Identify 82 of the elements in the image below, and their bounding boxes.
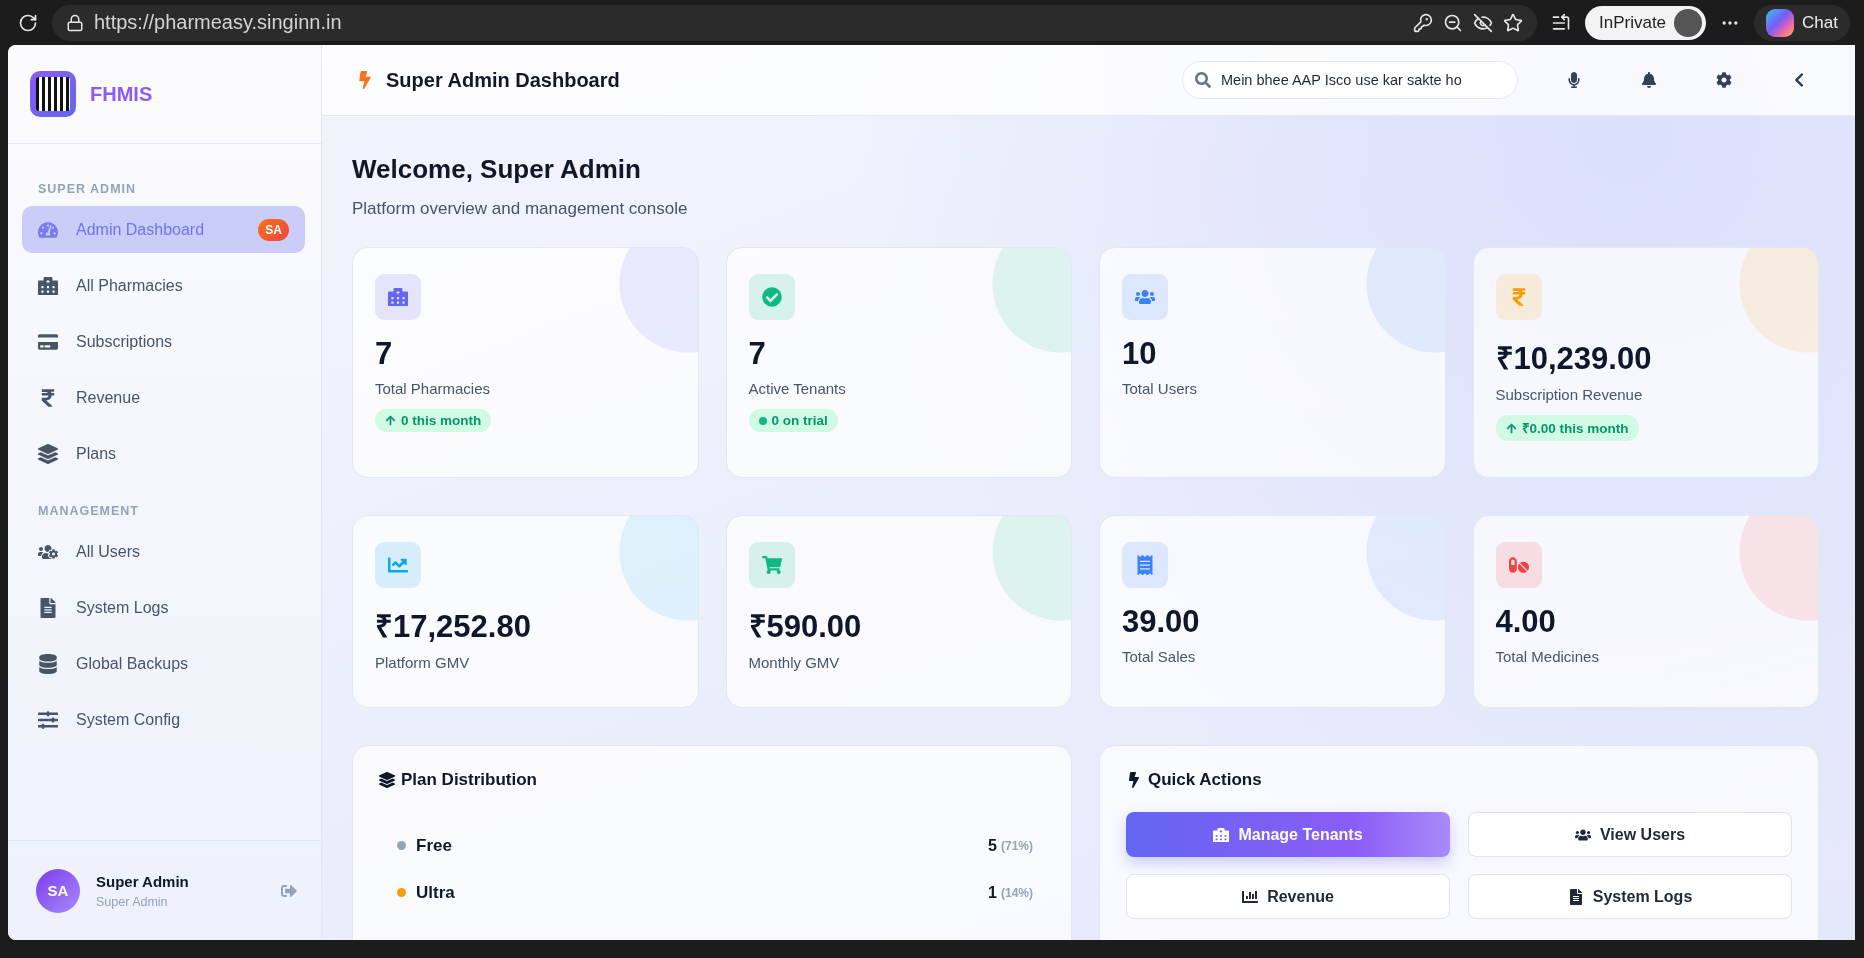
quick-action-button[interactable]: System Logs	[1468, 874, 1792, 919]
stat-value: 10	[1122, 336, 1157, 372]
sidebar-item[interactable]: Global Backups	[22, 640, 305, 687]
arrow-up-icon	[1505, 422, 1517, 434]
stat-label: Platform GMV	[375, 654, 470, 671]
stat-value: ₹590.00	[748, 608, 862, 646]
sidebar-item[interactable]: System Config	[22, 696, 305, 743]
plan-percent: (71%)	[1001, 838, 1033, 853]
section-title: MANAGEMENT	[37, 503, 140, 520]
search-field[interactable]: Mein bhee AAP Isco use kar sakte ho	[1182, 61, 1518, 99]
plan-count: 5	[988, 836, 997, 855]
sidebar-item[interactable]: All Users	[22, 528, 305, 575]
hospital-icon	[1213, 826, 1230, 843]
stat-value: ₹17,252.80	[375, 608, 531, 646]
section-title: SUPER ADMIN	[37, 181, 138, 198]
sidebar-item[interactable]: System Logs	[22, 584, 305, 631]
user-role: Super Admin	[96, 894, 169, 909]
stat-note: 0 on trial	[748, 409, 838, 432]
plan-name: Ultra	[416, 882, 456, 903]
stat-label: Total Medicines	[1495, 648, 1599, 665]
sidebar-item[interactable]: All Pharmacies	[22, 262, 305, 309]
plan-count: 1	[988, 883, 997, 902]
stat-label: Monthly GMV	[748, 654, 840, 671]
chat-button[interactable]: Chat	[1754, 4, 1850, 41]
stat-note: ₹0.00 this month	[1495, 415, 1639, 441]
user-avatar: SA	[36, 868, 80, 913]
profile-avatar	[1674, 8, 1703, 37]
eye-off-icon[interactable]	[1473, 12, 1493, 33]
layers-icon	[379, 772, 395, 788]
sidebar-item[interactable]: Subscriptions	[22, 318, 305, 365]
panel-title: Plan Distribution	[401, 770, 537, 790]
user-name: Super Admin	[96, 872, 190, 890]
private-button[interactable]: InPrivate	[1585, 5, 1707, 40]
status-dot-icon	[758, 416, 767, 425]
stat-value: ₹10,239.00	[1495, 340, 1652, 378]
layers-icon	[38, 443, 58, 464]
hospital-icon	[38, 275, 58, 296]
favorites-icon[interactable]	[1551, 12, 1571, 33]
zoom-out-icon[interactable]	[1443, 12, 1463, 33]
stat-value: 7	[375, 336, 393, 372]
welcome-subtitle: Platform overview and management console	[352, 199, 689, 219]
quick-action-button[interactable]: Manage Tenants	[1126, 812, 1450, 857]
stat-value: 4.00	[1495, 604, 1556, 640]
stat-value: 39.00	[1122, 604, 1200, 640]
plan-percent: (14%)	[1001, 885, 1033, 900]
bell-icon	[1641, 72, 1657, 88]
page-title: Super Admin Dashboard	[386, 68, 621, 92]
copilot-icon	[1766, 8, 1795, 37]
brand-name: FHMIS	[90, 82, 153, 106]
stat-label: Total Users	[1122, 380, 1198, 397]
stat-label: Subscription Revenue	[1495, 386, 1643, 403]
dashboard-icon	[38, 219, 58, 240]
search-icon	[1195, 72, 1211, 88]
sidebar-item[interactable]: Plans	[22, 430, 305, 477]
stat-note: 0 this month	[375, 409, 492, 432]
reload-icon[interactable]	[18, 12, 38, 33]
stat-label: Total Pharmacies	[375, 380, 491, 397]
sidebar-item[interactable]: Revenue	[22, 374, 305, 421]
quick-action-button[interactable]: Revenue	[1126, 874, 1450, 919]
bolt-icon	[356, 71, 374, 89]
quick-action-button[interactable]: View Users	[1468, 812, 1792, 857]
document-icon	[1567, 888, 1584, 905]
panel-title: Quick Actions	[1148, 770, 1262, 790]
stat-label: Active Tenants	[748, 380, 846, 397]
bar-chart-icon	[1242, 888, 1259, 905]
sliders-icon	[38, 709, 58, 730]
role-badge: SA	[258, 218, 289, 241]
database-icon	[38, 653, 58, 674]
document-icon	[38, 597, 58, 618]
settings-icon	[1716, 72, 1732, 88]
key-icon[interactable]	[1413, 12, 1433, 33]
welcome-title: Welcome, Super Admin	[352, 154, 642, 185]
stat-value: 7	[748, 336, 766, 372]
arrow-up-icon	[385, 415, 396, 426]
logo-icon	[30, 71, 76, 117]
bolt-icon	[1126, 772, 1142, 788]
star-icon[interactable]	[1503, 12, 1523, 33]
credit-card-icon	[38, 331, 58, 352]
stat-label: Total Sales	[1122, 648, 1196, 665]
microphone-icon	[1566, 72, 1582, 88]
plan-name: Free	[416, 835, 453, 856]
lock-icon	[66, 13, 84, 32]
